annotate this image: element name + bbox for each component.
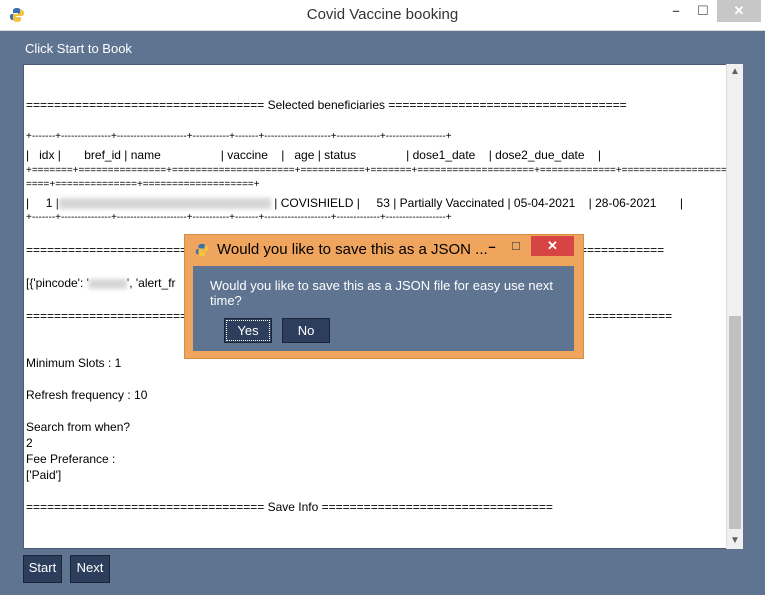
redacted-pincode — [88, 278, 127, 289]
fee-value-line: ['Paid'] — [26, 468, 62, 482]
search-when-line: Search from when? — [26, 420, 131, 434]
separator-line-right: ============ — [588, 309, 673, 323]
info-prefix: [{'pincode': ' — [26, 276, 89, 290]
save-json-dialog: Would you like to save this as a JSON ..… — [184, 234, 584, 359]
table-border-mid: +=======+===============+===============… — [26, 165, 727, 176]
next-button[interactable]: Next — [70, 555, 110, 583]
dialog-title: Would you like to save this as a JSON ..… — [217, 241, 488, 258]
table-border-bottom: +-------+---------------+---------------… — [26, 212, 452, 223]
python-icon — [195, 243, 209, 257]
dialog-maximize-button[interactable]: ☐ — [507, 238, 525, 256]
dialog-body: Would you like to save this as a JSON fi… — [193, 266, 574, 351]
table-border-top: +-------+---------------+---------------… — [26, 131, 452, 142]
redacted-text — [58, 198, 271, 210]
scroll-down-icon[interactable]: ▼ — [727, 533, 743, 549]
table-border-mid-2: ====+==============+===================+ — [26, 179, 260, 190]
info-middle: ', 'alert_fr — [126, 276, 176, 290]
save-info-line: ================================== Save … — [26, 500, 553, 514]
no-button[interactable]: No — [282, 318, 330, 343]
table-header: | idx | bref_id | name | vaccine | age |… — [26, 148, 602, 162]
yes-button[interactable]: Yes — [224, 318, 272, 343]
scroll-up-icon[interactable]: ▲ — [727, 64, 743, 80]
maximize-button[interactable]: ☐ — [690, 0, 716, 22]
title-bar: Covid Vaccine booking – ☐ ✕ — [0, 0, 765, 31]
close-button[interactable]: ✕ — [717, 0, 761, 22]
search-value-line: 2 — [26, 436, 33, 450]
info-line: [{'pincode': ' ', 'alert_fr — [26, 276, 176, 290]
table-row: | 1 | | COVISHIELD | 53 | Partially Vacc… — [26, 196, 683, 210]
minimize-button[interactable]: – — [663, 0, 689, 22]
refresh-line: Refresh frequency : 10 — [26, 388, 148, 402]
instruction-label: Click Start to Book — [25, 41, 132, 56]
separator-line-right: ============ — [580, 243, 665, 257]
min-slots-line: Minimum Slots : 1 — [26, 356, 122, 370]
dialog-minimize-button[interactable]: – — [483, 238, 501, 256]
window-title: Covid Vaccine booking — [306, 6, 459, 23]
dialog-close-button[interactable]: ✕ — [531, 236, 574, 256]
dialog-message: Would you like to save this as a JSON fi… — [210, 278, 553, 308]
row-suffix: | COVISHIELD | 53 | Partially Vaccinated… — [270, 196, 683, 210]
scroll-thumb[interactable] — [729, 316, 741, 529]
fee-label-line: Fee Preferance : — [26, 452, 116, 466]
start-button[interactable]: Start — [23, 555, 62, 583]
row-prefix: | 1 | — [26, 196, 59, 210]
beneficiaries-header: ================================== Selec… — [26, 98, 627, 112]
vertical-scrollbar[interactable]: ▲ ▼ — [726, 64, 743, 549]
